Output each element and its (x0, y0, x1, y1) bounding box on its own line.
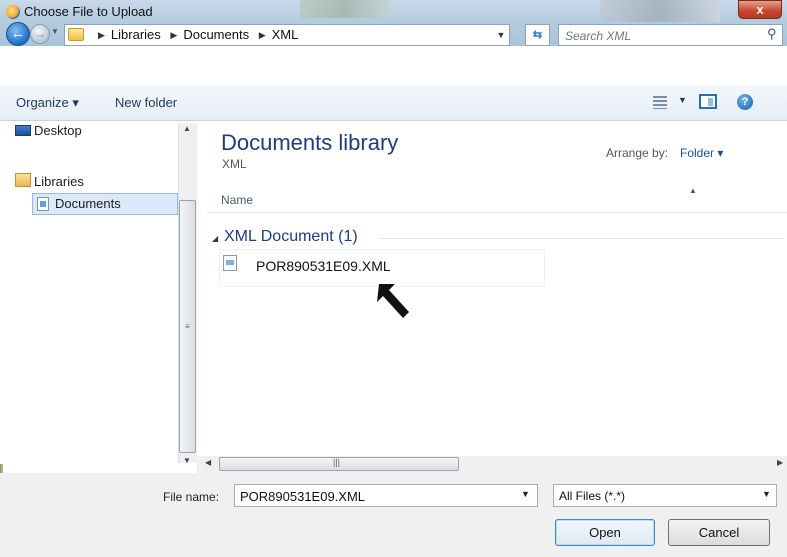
documents-icon (37, 197, 49, 211)
desktop-icon (15, 125, 31, 136)
scroll-grip-icon: ≡ (185, 322, 190, 331)
scroll-grip-icon: ||| (333, 457, 341, 467)
breadcrumb-libraries[interactable]: Libraries (111, 27, 161, 42)
file-type-value[interactable]: All Files (*.*) (559, 489, 625, 503)
file-name-input[interactable] (240, 488, 510, 504)
back-arrow-icon[interactable]: ← (6, 22, 30, 46)
libraries-icon (15, 173, 31, 187)
column-header-divider (206, 212, 787, 213)
sidebar-item-label[interactable]: Documents (55, 196, 121, 211)
breadcrumb-separator-icon: ▶ (98, 30, 105, 40)
scroll-left-arrow-icon[interactable]: ◀ (205, 458, 211, 467)
folder-icon (68, 28, 84, 41)
view-dropdown-icon[interactable]: ▼ (678, 95, 687, 105)
address-dropdown-icon[interactable]: ▼ (494, 27, 508, 43)
new-folder-button[interactable]: New folder (115, 95, 177, 110)
scroll-up-arrow-icon[interactable]: ▲ (183, 124, 191, 133)
scroll-down-arrow-icon[interactable]: ▼ (183, 456, 191, 465)
breadcrumb-separator-icon: ▶ (170, 30, 178, 40)
recent-pages-chevron-icon[interactable]: ▼ (51, 27, 61, 39)
glass-background (600, 0, 720, 22)
open-button[interactable]: Open (555, 519, 655, 546)
xml-file-icon (223, 255, 237, 271)
column-header-name[interactable]: Name (221, 193, 253, 207)
group-header[interactable]: XML Document (1) (224, 228, 358, 246)
breadcrumb-xml[interactable]: XML (272, 27, 299, 42)
preview-pane-icon[interactable] (699, 94, 717, 109)
change-view-icon[interactable] (653, 96, 667, 109)
file-type-dropdown-icon[interactable]: ▼ (762, 489, 771, 499)
forward-arrow-icon[interactable]: → (30, 24, 50, 44)
file-name-dropdown-icon[interactable]: ▼ (521, 489, 530, 499)
library-subtitle: XML (222, 157, 247, 171)
window-title: Choose File to Upload (24, 4, 153, 19)
refresh-icon[interactable]: ⇆ (525, 24, 550, 46)
arrange-by-label: Arrange by: (606, 146, 669, 160)
search-input[interactable] (565, 28, 745, 43)
group-divider (380, 238, 785, 239)
close-button[interactable]: x (738, 0, 782, 19)
library-title: Documents library (221, 130, 399, 155)
breadcrumb-separator-icon: ▶ (258, 30, 266, 40)
file-name[interactable]: POR890531E09.XML (256, 258, 391, 274)
group-collapse-icon[interactable]: ◢ (212, 234, 218, 243)
organize-button[interactable]: Organize ▾ (16, 95, 79, 111)
browser-icon (6, 5, 20, 19)
sidebar-item-desktop[interactable]: Desktop (34, 123, 82, 138)
pointer-arrow-icon (377, 284, 409, 318)
sort-arrow-icon: ▲ (689, 186, 697, 195)
arrange-by-dropdown[interactable]: Folder ▾ (680, 146, 723, 160)
glass-background (300, 0, 390, 18)
breadcrumb: ▶ Libraries ▶ Documents ▶ XML (92, 27, 298, 42)
sidebar-item-libraries[interactable]: Libraries (34, 174, 84, 189)
cancel-button[interactable]: Cancel (668, 519, 770, 546)
file-name-label: File name: (163, 490, 220, 504)
help-icon[interactable]: ? (737, 94, 753, 110)
breadcrumb-documents[interactable]: Documents (183, 27, 249, 42)
scroll-right-arrow-icon[interactable]: ▶ (777, 458, 783, 467)
search-icon[interactable]: ⚲ (767, 26, 779, 42)
